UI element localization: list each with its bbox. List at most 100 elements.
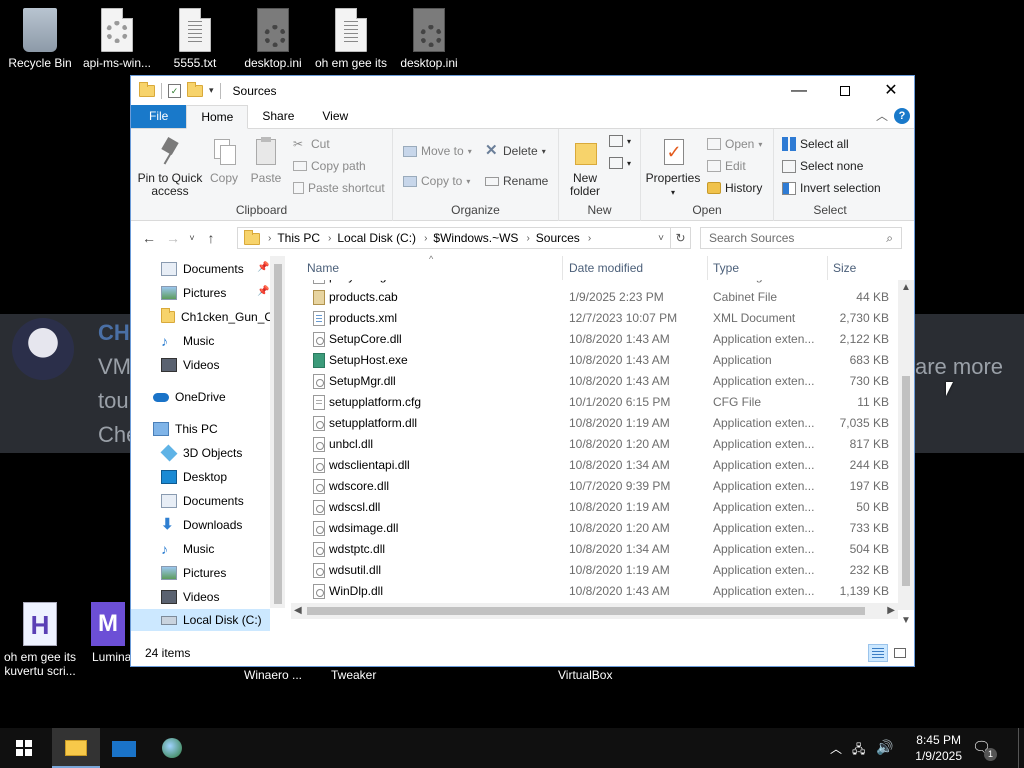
- tab-home[interactable]: Home: [186, 105, 249, 129]
- taskbar-file-explorer[interactable]: [52, 728, 100, 768]
- show-hidden-icons-icon[interactable]: ︿: [830, 740, 842, 757]
- new-item-button[interactable]: ▾: [609, 135, 631, 147]
- tab-file[interactable]: File: [131, 105, 187, 128]
- nav-scrollbar[interactable]: [270, 256, 285, 608]
- desktop-icon-recycle-bin[interactable]: Recycle Bin: [0, 8, 80, 70]
- paste-button[interactable]: Paste: [247, 137, 285, 185]
- column-header-date[interactable]: Date modified: [569, 256, 643, 280]
- forward-button[interactable]: →: [161, 230, 185, 246]
- breadcrumb-separator-icon[interactable]: ›: [424, 233, 427, 244]
- table-row[interactable]: wdsutil.dll 10/8/2020 1:19 AM Application …: [291, 560, 891, 581]
- nav-item-videos-pc[interactable]: Videos: [161, 586, 219, 608]
- breadcrumb-this-pc[interactable]: This PC: [277, 231, 320, 245]
- taskbar-mail[interactable]: [100, 728, 148, 768]
- address-dropdown-icon[interactable]: ˅: [658, 233, 664, 244]
- table-row[interactable]: wdscsl.dll 10/8/2020 1:19 AM Application e…: [291, 497, 891, 518]
- edit-button[interactable]: Edit: [707, 159, 746, 173]
- breadcrumb-windows-ws[interactable]: $Windows.~WS: [433, 231, 518, 245]
- tab-share[interactable]: Share: [248, 105, 308, 128]
- network-icon[interactable]: 🖧: [852, 740, 865, 761]
- volume-icon[interactable]: 🔊: [876, 739, 893, 756]
- desktop-icon-script[interactable]: H oh em gee its kuvertu scri...: [0, 602, 80, 678]
- clock[interactable]: 8:45 PM 1/9/2025: [915, 732, 962, 764]
- breadcrumb-separator-icon[interactable]: ›: [588, 233, 591, 244]
- table-row[interactable]: products.xml 12/7/2023 10:07 PM XML Docume…: [291, 308, 891, 329]
- start-button[interactable]: [0, 728, 48, 768]
- back-button[interactable]: ←: [137, 230, 161, 246]
- nav-item-downloads[interactable]: ⬇ Downloads: [161, 514, 242, 536]
- table-row[interactable]: SetupHost.exe 10/8/2020 1:43 AM Applicatio…: [291, 350, 891, 371]
- move-to-button[interactable]: Move to ▾: [403, 144, 472, 158]
- scrollbar-thumb[interactable]: [307, 607, 865, 615]
- delete-button[interactable]: ✕ Delete ▾: [485, 143, 546, 158]
- large-icons-view-button[interactable]: [890, 644, 910, 662]
- copy-to-button[interactable]: Copy to ▾: [403, 174, 470, 188]
- nav-item-documents-pc[interactable]: Documents: [161, 490, 244, 512]
- up-button[interactable]: ↑: [199, 230, 223, 246]
- column-divider[interactable]: [827, 256, 828, 280]
- table-row[interactable]: wdsimage.dll 10/8/2020 1:20 AM Application…: [291, 518, 891, 539]
- maximize-button[interactable]: [822, 76, 868, 105]
- table-row[interactable]: WinDlp.dll 10/8/2020 1:43 AM Application e…: [291, 581, 891, 602]
- select-none-button[interactable]: Select none: [782, 159, 863, 173]
- column-header-size[interactable]: Size: [833, 256, 856, 280]
- desktop-icon-file[interactable]: desktop.ini: [389, 8, 469, 70]
- breadcrumb-local-disk[interactable]: Local Disk (C:): [337, 231, 416, 245]
- show-desktop-button[interactable]: [1018, 728, 1024, 768]
- nav-item-music-pc[interactable]: ♪ Music: [161, 538, 214, 560]
- copy-button[interactable]: Copy: [207, 137, 241, 185]
- table-row[interactable]: unbcl.dll 10/8/2020 1:20 AM Application ex…: [291, 434, 891, 455]
- table-row[interactable]: pkeyconfig.xrm-ms 10/1/2020 9:55 PM XrML D…: [291, 280, 891, 287]
- desktop-icon-file[interactable]: oh em gee its: [311, 8, 391, 70]
- paste-shortcut-button[interactable]: Paste shortcut: [293, 181, 385, 195]
- desktop-icon-file[interactable]: api-ms-win...: [77, 8, 157, 70]
- copy-path-button[interactable]: Copy path: [293, 159, 366, 173]
- nav-item-onedrive[interactable]: OneDrive: [153, 386, 226, 408]
- vertical-scrollbar[interactable]: ▲ ▼: [898, 280, 914, 626]
- scroll-left-icon[interactable]: ◀: [294, 605, 302, 616]
- nav-item-videos[interactable]: Videos: [161, 354, 219, 376]
- open-button[interactable]: Open ▾: [707, 137, 762, 151]
- table-row[interactable]: SetupCore.dll 10/8/2020 1:43 AM Applicatio…: [291, 329, 891, 350]
- cut-button[interactable]: ✂ Cut: [293, 137, 330, 151]
- properties-icon[interactable]: ✓: [168, 83, 181, 98]
- breadcrumb-sources[interactable]: Sources: [536, 231, 580, 245]
- chevron-down-icon[interactable]: ▾: [209, 85, 214, 96]
- pin-quick-access-button[interactable]: Pin to Quick access: [137, 136, 203, 198]
- table-row[interactable]: wdstptc.dll 10/8/2020 1:34 AM Application …: [291, 539, 891, 560]
- recent-locations-button[interactable]: ˅: [185, 233, 199, 243]
- scrollbar-thumb[interactable]: [274, 264, 282, 604]
- scroll-right-icon[interactable]: ▶: [887, 605, 895, 616]
- select-all-button[interactable]: Select all: [782, 137, 849, 151]
- column-divider[interactable]: [707, 256, 708, 280]
- nav-item-folder[interactable]: Ch1cken_Gun_C: [161, 306, 273, 328]
- desktop-icon-file[interactable]: 5555.txt: [155, 8, 235, 70]
- invert-selection-button[interactable]: Invert selection: [782, 181, 881, 195]
- properties-button[interactable]: ✓ Properties ▾: [645, 137, 701, 199]
- history-button[interactable]: History: [707, 181, 762, 195]
- rename-button[interactable]: Rename: [485, 174, 548, 188]
- taskbar-app[interactable]: [148, 728, 196, 768]
- tab-view[interactable]: View: [308, 105, 362, 128]
- refresh-button[interactable]: ↻: [671, 227, 691, 249]
- column-header-name[interactable]: Name: [307, 256, 339, 280]
- collapse-ribbon-icon[interactable]: ︿: [876, 107, 888, 124]
- minimize-button[interactable]: —: [776, 76, 822, 105]
- table-row[interactable]: products.cab 1/9/2025 2:23 PM Cabinet File…: [291, 287, 891, 308]
- table-row[interactable]: wdsclientapi.dll 10/8/2020 1:34 AM Applica…: [291, 455, 891, 476]
- title-bar[interactable]: ✓ ▾ Sources — ✕: [131, 76, 914, 105]
- table-row[interactable]: setupplatform.cfg 10/1/2020 6:15 PM CFG Fi…: [291, 392, 891, 413]
- search-input[interactable]: Search Sources ⌕: [700, 227, 902, 249]
- address-bar[interactable]: › This PC › Local Disk (C:) › $Windows.~…: [237, 227, 671, 249]
- scroll-up-icon[interactable]: ▲: [901, 282, 911, 293]
- new-folder-button[interactable]: New folder: [565, 137, 605, 198]
- nav-item-local-disk[interactable]: Local Disk (C:): [131, 609, 270, 631]
- desktop-icon-file[interactable]: desktop.ini: [233, 8, 313, 70]
- column-divider[interactable]: [562, 256, 563, 280]
- easy-access-button[interactable]: ▾: [609, 157, 631, 169]
- breadcrumb-separator-icon[interactable]: ›: [526, 233, 529, 244]
- nav-item-pictures-pc[interactable]: Pictures: [161, 562, 226, 584]
- details-view-button[interactable]: [868, 644, 888, 662]
- scroll-down-icon[interactable]: ▼: [901, 615, 911, 626]
- nav-item-pictures[interactable]: Pictures: [161, 282, 226, 304]
